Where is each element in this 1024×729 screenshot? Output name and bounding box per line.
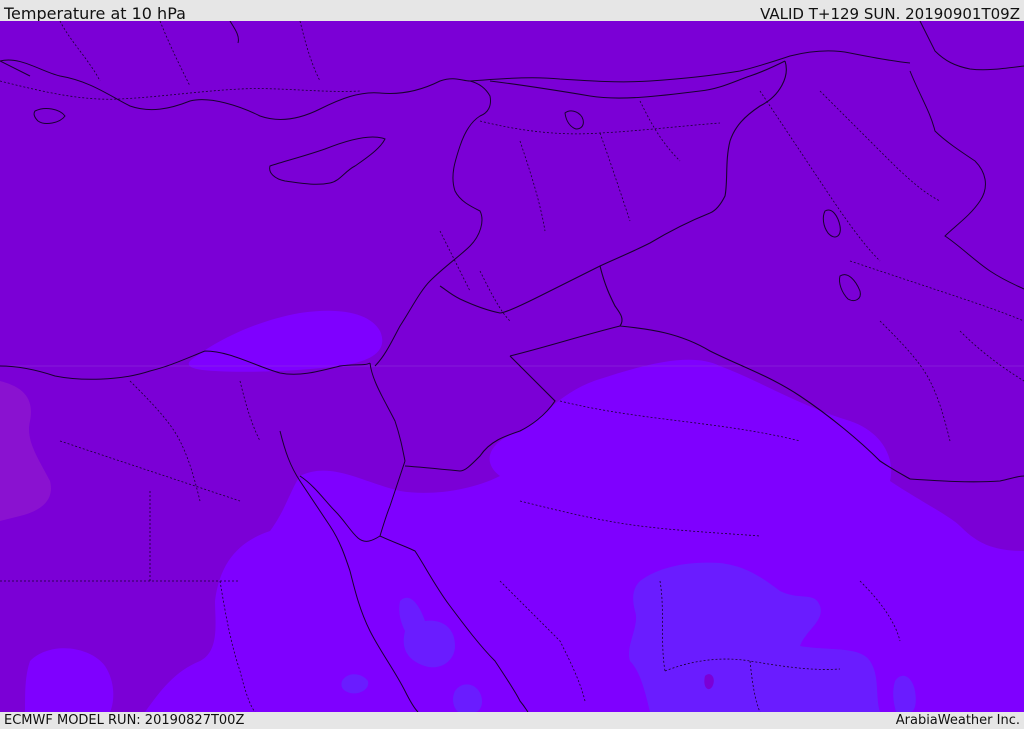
brand-label: ArabiaWeather Inc. [895,713,1020,728]
weather-map[interactable] [0,21,1024,712]
map-canvas [0,21,1024,712]
footer-bar: ECMWF MODEL RUN: 20190827T00Z ArabiaWeat… [0,712,1024,729]
model-run-label: ECMWF MODEL RUN: 20190827T00Z [4,713,245,728]
header-bar: Temperature at 10 hPa VALID T+129 SUN. 2… [0,0,1024,23]
